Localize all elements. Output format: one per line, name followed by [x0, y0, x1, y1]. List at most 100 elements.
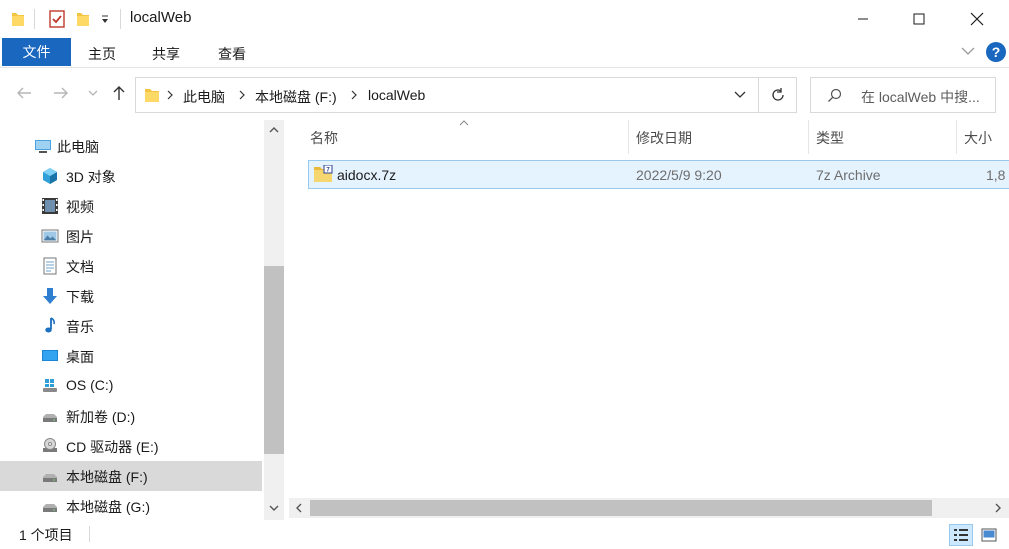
nav-label: 3D 对象: [66, 169, 116, 185]
file-list-horizontal-scrollbar[interactable]: [289, 498, 1009, 518]
cd-drive-icon: [41, 437, 59, 455]
status-divider: [89, 526, 90, 542]
tab-home[interactable]: 主页: [88, 44, 116, 64]
nav-label: 图片: [66, 229, 94, 245]
status-bar: 1 个项目: [0, 520, 1009, 549]
column-divider[interactable]: [956, 120, 957, 154]
details-view-button[interactable]: [949, 524, 973, 546]
breadcrumb-chevron-icon[interactable]: [166, 90, 174, 100]
column-divider[interactable]: [808, 120, 809, 154]
file-list: 名称 修改日期 类型 大小 7 aidocx.7z 2022/5/9 9:20 …: [289, 120, 1009, 500]
picture-icon: [41, 227, 59, 245]
nav-label: 此电脑: [57, 139, 99, 155]
scrollbar-thumb[interactable]: [310, 500, 932, 516]
search-placeholder: 在 localWeb 中搜...: [861, 89, 980, 105]
column-header-date[interactable]: 修改日期: [636, 128, 692, 148]
address-bar[interactable]: 此电脑 本地磁盘 (F:) localWeb: [135, 77, 759, 113]
back-arrow-icon[interactable]: [15, 84, 33, 102]
cube-3d-icon: [41, 167, 59, 185]
ribbon-expand-icon[interactable]: [961, 46, 975, 56]
nav-item-videos[interactable]: 视频: [0, 191, 262, 221]
column-header-name[interactable]: 名称: [310, 128, 338, 148]
nav-item-3d-objects[interactable]: 3D 对象: [0, 161, 262, 191]
music-note-icon: [41, 317, 59, 335]
nav-label: 新加卷 (D:): [66, 409, 136, 425]
file-name: aidocx.7z: [337, 167, 397, 183]
scroll-left-icon[interactable]: [295, 503, 303, 513]
nav-label: 音乐: [66, 319, 94, 335]
breadcrumb-localweb[interactable]: localWeb: [368, 87, 425, 103]
breadcrumb-chevron-icon[interactable]: [350, 90, 358, 100]
drive-icon: [41, 467, 59, 485]
tab-share[interactable]: 共享: [152, 44, 180, 64]
nav-item-drive-f[interactable]: 本地磁盘 (F:): [0, 461, 262, 491]
nav-item-downloads[interactable]: 下载: [0, 281, 262, 311]
sort-ascending-icon: [459, 120, 469, 126]
folder-icon: [10, 10, 26, 28]
nav-item-drive-d[interactable]: 新加卷 (D:): [0, 401, 262, 431]
window-title: localWeb: [130, 9, 192, 26]
search-box[interactable]: 在 localWeb 中搜...: [810, 77, 996, 113]
column-header-size[interactable]: 大小: [964, 128, 992, 148]
minimize-button[interactable]: [834, 0, 892, 38]
nav-label: 本地磁盘 (F:): [66, 469, 148, 485]
close-button[interactable]: [948, 0, 1006, 38]
large-icons-view-button[interactable]: [977, 524, 1001, 546]
nav-label: 下载: [66, 289, 94, 305]
refresh-button[interactable]: [759, 77, 797, 113]
column-divider[interactable]: [628, 120, 629, 154]
nav-label: 本地磁盘 (G:): [66, 499, 150, 515]
nav-item-music[interactable]: 音乐: [0, 311, 262, 341]
nav-label: CD 驱动器 (E:): [66, 439, 159, 455]
drive-icon: [41, 407, 59, 425]
breadcrumb-chevron-icon[interactable]: [238, 90, 246, 100]
properties-check-icon[interactable]: [49, 10, 65, 28]
forward-arrow-icon[interactable]: [52, 84, 70, 102]
nav-label: OS (C:): [66, 377, 114, 393]
nav-item-desktop[interactable]: 桌面: [0, 341, 262, 371]
folder-icon: [144, 86, 160, 104]
nav-label: 视频: [66, 199, 94, 215]
tab-view[interactable]: 查看: [218, 44, 246, 64]
windows-drive-icon: [41, 377, 59, 395]
recent-locations-dropdown-icon[interactable]: [88, 89, 98, 97]
file-date: 2022/5/9 9:20: [636, 167, 722, 183]
maximize-button[interactable]: [890, 0, 948, 38]
computer-icon: [34, 137, 52, 155]
archive-file-icon: 7: [313, 165, 333, 183]
column-header-type[interactable]: 类型: [816, 128, 844, 148]
new-folder-icon[interactable]: [75, 10, 91, 28]
navigation-pane: 此电脑 3D 对象 视频 图片 文档 下载 音乐 桌面 OS (C:) 新加卷 …: [0, 120, 285, 520]
scroll-down-icon[interactable]: [269, 504, 279, 512]
up-arrow-icon[interactable]: [110, 84, 128, 102]
scroll-right-icon[interactable]: [994, 503, 1002, 513]
file-row[interactable]: 7 aidocx.7z 2022/5/9 9:20 7z Archive 1,8: [308, 160, 1009, 189]
title-divider: [120, 9, 121, 29]
scrollbar-thumb[interactable]: [264, 266, 284, 454]
scroll-up-icon[interactable]: [269, 126, 279, 134]
navigation-pane-scrollbar[interactable]: [264, 120, 284, 520]
nav-item-pictures[interactable]: 图片: [0, 221, 262, 251]
nav-item-drive-c[interactable]: OS (C:): [0, 371, 262, 401]
tab-file[interactable]: 文件: [2, 38, 71, 66]
nav-item-documents[interactable]: 文档: [0, 251, 262, 281]
breadcrumb-this-pc[interactable]: 此电脑: [183, 87, 225, 107]
file-size: 1,8: [986, 167, 1006, 183]
item-count: 1 个项目: [19, 527, 73, 543]
nav-item-cd-drive[interactable]: CD 驱动器 (E:): [0, 431, 262, 461]
title-bar: localWeb: [0, 0, 1009, 38]
nav-label: 桌面: [66, 349, 94, 365]
ribbon-tabs: 文件 主页 共享 查看 ?: [0, 38, 1009, 68]
breadcrumb-drive-f[interactable]: 本地磁盘 (F:): [255, 87, 337, 107]
nav-item-drive-g[interactable]: 本地磁盘 (G:): [0, 491, 262, 521]
drive-icon: [41, 497, 59, 515]
navigation-bar: 此电脑 本地磁盘 (F:) localWeb 在 localWeb 中搜...: [0, 70, 1009, 120]
customize-dropdown-icon[interactable]: [100, 12, 110, 30]
nav-item-this-pc[interactable]: 此电脑: [0, 131, 262, 161]
address-history-dropdown-icon[interactable]: [734, 91, 746, 99]
desktop-icon: [41, 347, 59, 365]
help-button[interactable]: ?: [986, 42, 1006, 62]
download-arrow-icon: [41, 287, 59, 305]
file-type: 7z Archive: [816, 167, 881, 183]
title-divider: [34, 9, 35, 29]
